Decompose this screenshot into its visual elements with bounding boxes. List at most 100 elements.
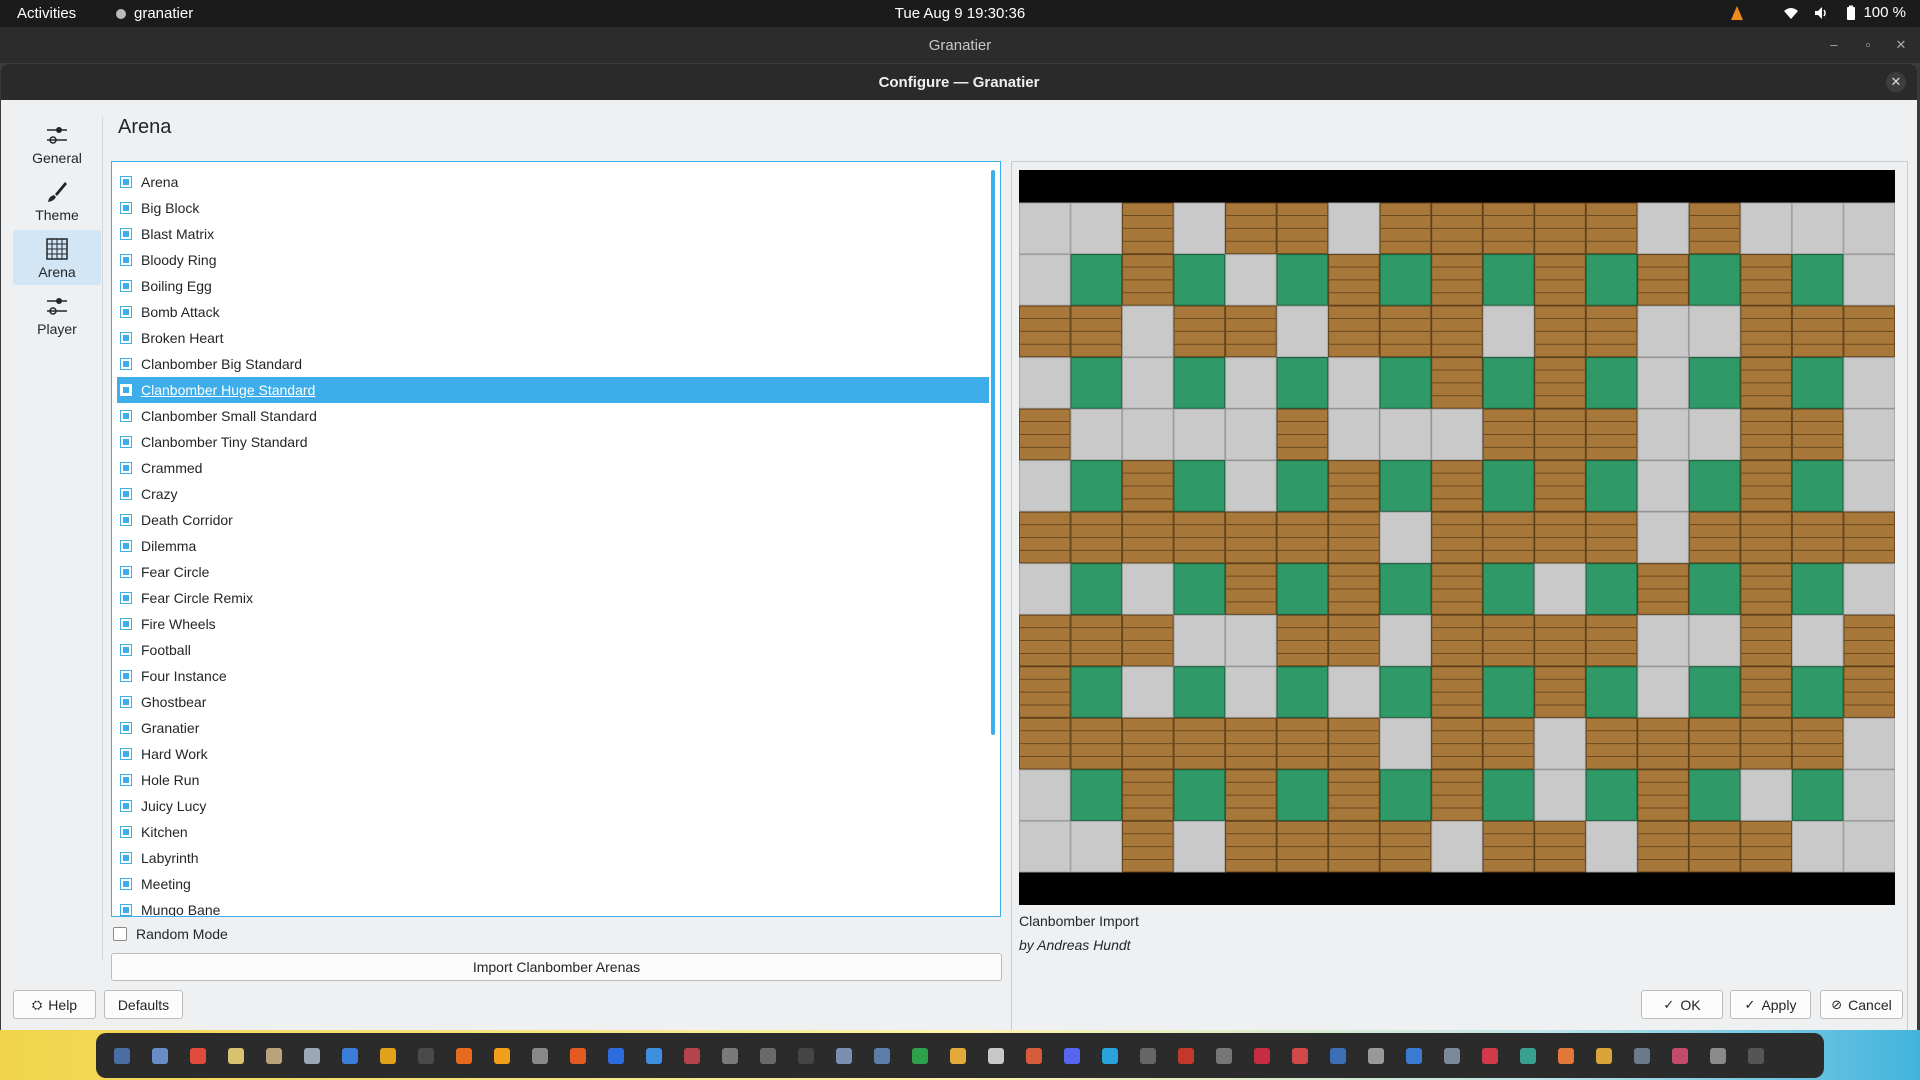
list-item[interactable]: Bloody Ring xyxy=(117,247,989,273)
dock-app-icon[interactable] xyxy=(906,1042,933,1069)
dock-app-icon[interactable] xyxy=(1628,1042,1655,1069)
checkbox[interactable] xyxy=(120,228,132,240)
list-item[interactable]: Fire Wheels xyxy=(117,611,989,637)
dock-app-icon[interactable] xyxy=(830,1042,857,1069)
checkbox[interactable] xyxy=(120,670,132,682)
checkbox[interactable] xyxy=(120,540,132,552)
checkbox[interactable] xyxy=(120,592,132,604)
arena-list[interactable]: Arena Big Block Blast Matrix Bloody Ring Boi… xyxy=(111,161,1001,917)
checkbox[interactable] xyxy=(120,774,132,786)
dock-app-icon[interactable] xyxy=(564,1042,591,1069)
list-item[interactable]: Granatier xyxy=(117,715,989,741)
battery-icon[interactable] xyxy=(1843,5,1859,21)
dock-app-icon[interactable] xyxy=(640,1042,667,1069)
checkbox[interactable] xyxy=(120,176,132,188)
list-item[interactable]: Mungo Bane xyxy=(117,897,989,916)
apply-button[interactable]: ✓ Apply xyxy=(1730,990,1811,1019)
checkbox[interactable] xyxy=(120,410,132,422)
checkbox[interactable] xyxy=(120,514,132,526)
dock-app-icon[interactable] xyxy=(336,1042,363,1069)
app-menu[interactable]: granatier xyxy=(116,5,193,22)
dock-app-icon[interactable] xyxy=(260,1042,287,1069)
dock-app-icon[interactable] xyxy=(526,1042,553,1069)
checkbox[interactable] xyxy=(120,722,132,734)
checkbox[interactable] xyxy=(120,800,132,812)
dock-app-icon[interactable] xyxy=(1096,1042,1123,1069)
checkbox[interactable] xyxy=(120,436,132,448)
dock-app-icon[interactable] xyxy=(1438,1042,1465,1069)
checkbox[interactable] xyxy=(120,358,132,370)
dock-app-icon[interactable] xyxy=(146,1042,173,1069)
checkbox[interactable] xyxy=(120,826,132,838)
defaults-button[interactable]: Defaults xyxy=(104,990,183,1019)
dock-app-icon[interactable] xyxy=(1286,1042,1313,1069)
dock-app-icon[interactable] xyxy=(488,1042,515,1069)
checkbox[interactable] xyxy=(120,904,132,916)
dock-app-icon[interactable] xyxy=(678,1042,705,1069)
volume-icon[interactable] xyxy=(1813,5,1829,21)
maximize-button[interactable]: ▫ xyxy=(1858,35,1878,55)
list-item[interactable]: Death Corridor xyxy=(117,507,989,533)
list-item[interactable]: Labyrinth xyxy=(117,845,989,871)
vlc-tray-icon[interactable] xyxy=(1729,5,1745,21)
import-clanbomber-button[interactable]: Import Clanbomber Arenas xyxy=(111,953,1002,981)
list-item[interactable]: Clanbomber Huge Standard xyxy=(117,377,989,403)
checkbox[interactable] xyxy=(120,254,132,266)
help-button[interactable]: ⛭ Help xyxy=(13,990,96,1019)
checkbox[interactable] xyxy=(120,488,132,500)
sidebar-item-arena[interactable]: Arena xyxy=(13,230,101,285)
dock-app-icon[interactable] xyxy=(1210,1042,1237,1069)
list-item[interactable]: Clanbomber Big Standard xyxy=(117,351,989,377)
list-item[interactable]: Broken Heart xyxy=(117,325,989,351)
sidebar-item-theme[interactable]: Theme xyxy=(13,173,101,228)
dock-app-icon[interactable] xyxy=(1400,1042,1427,1069)
checkbox[interactable] xyxy=(120,280,132,292)
dialog-close-button[interactable]: ✕ xyxy=(1886,72,1906,92)
dock-app-icon[interactable] xyxy=(754,1042,781,1069)
dock-app-icon[interactable] xyxy=(982,1042,1009,1069)
list-item[interactable]: Blast Matrix xyxy=(117,221,989,247)
dock-app-icon[interactable] xyxy=(450,1042,477,1069)
dock-app-icon[interactable] xyxy=(944,1042,971,1069)
dock-app-icon[interactable] xyxy=(602,1042,629,1069)
dock-app-icon[interactable] xyxy=(222,1042,249,1069)
checkbox[interactable] xyxy=(120,332,132,344)
checkbox[interactable] xyxy=(120,696,132,708)
list-item[interactable]: Four Instance xyxy=(117,663,989,689)
dock-app-icon[interactable] xyxy=(1248,1042,1275,1069)
dock-app-icon[interactable] xyxy=(1666,1042,1693,1069)
dock-app-icon[interactable] xyxy=(1742,1042,1769,1069)
list-item[interactable]: Football xyxy=(117,637,989,663)
checkbox[interactable] xyxy=(120,618,132,630)
list-item[interactable]: Hard Work xyxy=(117,741,989,767)
checkbox[interactable] xyxy=(120,878,132,890)
checkbox[interactable] xyxy=(120,462,132,474)
list-item[interactable]: Big Block xyxy=(117,195,989,221)
dock-app-icon[interactable] xyxy=(1362,1042,1389,1069)
list-item[interactable]: Crammed xyxy=(117,455,989,481)
sidebar-item-general[interactable]: General xyxy=(13,116,101,171)
dock-app-icon[interactable] xyxy=(1058,1042,1085,1069)
checkbox[interactable] xyxy=(120,306,132,318)
dock-app-icon[interactable] xyxy=(1704,1042,1731,1069)
checkbox[interactable] xyxy=(120,384,132,396)
clock[interactable]: Tue Aug 9 19:30:36 xyxy=(895,5,1025,22)
list-item[interactable]: Meeting xyxy=(117,871,989,897)
dock-app-icon[interactable] xyxy=(1172,1042,1199,1069)
list-item[interactable]: Hole Run xyxy=(117,767,989,793)
wifi-icon[interactable] xyxy=(1783,5,1799,21)
dock-app-icon[interactable] xyxy=(412,1042,439,1069)
cancel-button[interactable]: ⊘ Cancel xyxy=(1820,990,1903,1019)
sidebar-item-player[interactable]: Player xyxy=(13,287,101,342)
ok-button[interactable]: ✓ OK xyxy=(1641,990,1723,1019)
list-item[interactable]: Crazy xyxy=(117,481,989,507)
list-item[interactable]: Dilemma xyxy=(117,533,989,559)
checkbox[interactable] xyxy=(113,927,127,941)
list-item[interactable]: Fear Circle Remix xyxy=(117,585,989,611)
dock-app-icon[interactable] xyxy=(108,1042,135,1069)
minimize-button[interactable]: – xyxy=(1824,35,1844,55)
dock-app-icon[interactable] xyxy=(792,1042,819,1069)
dock-app-icon[interactable] xyxy=(1324,1042,1351,1069)
list-item[interactable]: Fear Circle xyxy=(117,559,989,585)
dock-app-icon[interactable] xyxy=(716,1042,743,1069)
